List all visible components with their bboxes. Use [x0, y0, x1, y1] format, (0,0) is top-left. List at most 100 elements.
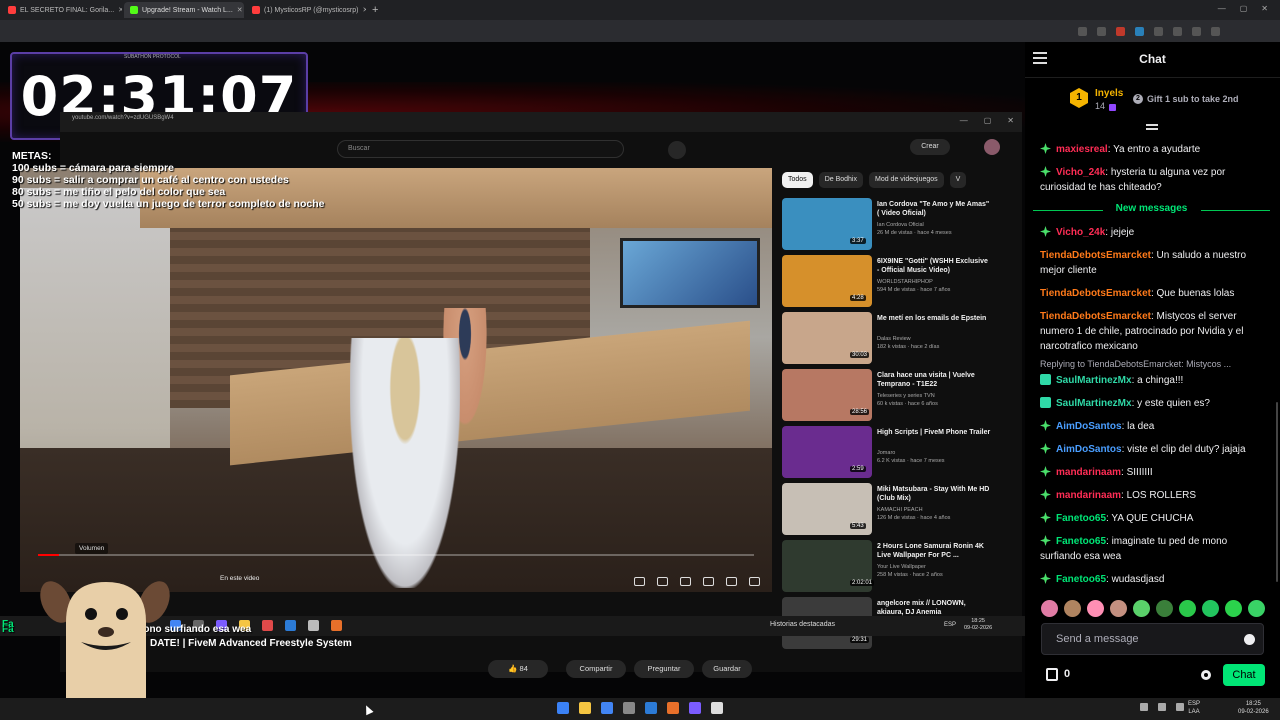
recommendation-item[interactable]: 28:56 Clara hace una visita | Vuelve Temp…: [782, 369, 1012, 424]
chat-username[interactable]: TiendaDebotsEmarcket: [1040, 288, 1151, 299]
emoji-picker-icon[interactable]: [1244, 634, 1255, 645]
send-chat-button[interactable]: Chat: [1223, 664, 1265, 686]
recommendation-channel[interactable]: Ian Cordova Oficial: [877, 222, 924, 228]
recommendation-title[interactable]: Ian Cordova "Te Amo y Me Amas" ( Video O…: [877, 200, 992, 218]
chat-username[interactable]: Vicho_24k: [1056, 167, 1105, 178]
recommendation-channel[interactable]: Your Live Wallpaper: [877, 564, 926, 570]
avatar[interactable]: [984, 139, 1000, 155]
chat-username[interactable]: SaulMartinezMx: [1056, 398, 1132, 409]
browser-tab[interactable]: EL SECRETO FINAL: Gorila... ✕: [2, 2, 122, 18]
taskbar-app-icon[interactable]: [711, 702, 723, 714]
star-badge-icon[interactable]: [1040, 512, 1051, 523]
recommendation-item[interactable]: 5:43 Miki Matsubara - Stay With Me HD (Cl…: [782, 483, 1012, 538]
gift-badge-icon[interactable]: [1040, 374, 1051, 385]
miniplayer-icon[interactable]: [703, 577, 714, 586]
recommendation-title[interactable]: High Scripts | FiveM Phone Trailer: [877, 428, 992, 437]
filter-chip-more[interactable]: V: [949, 172, 967, 188]
taskbar-app-icon[interactable]: [601, 702, 613, 714]
chat-username[interactable]: Vicho_24k: [1056, 227, 1105, 238]
star-badge-icon[interactable]: [1040, 443, 1051, 454]
chat-username[interactable]: AimDoSantos: [1056, 444, 1122, 455]
recommendation-item[interactable]: 2:02:01 2 Hours Lone Samurai Ronin 4K Liv…: [782, 540, 1012, 595]
filter-chip-channel[interactable]: De Bodhix: [818, 172, 863, 188]
tray-app-icon[interactable]: [1158, 703, 1166, 711]
emote-icon[interactable]: [1179, 600, 1196, 617]
browser-tab[interactable]: (1) MysticosRP (@mysticosrp) ✕: [246, 2, 366, 18]
gift-prompt[interactable]: Gift 1 sub to take 2nd: [1147, 94, 1239, 104]
video-progress-bar[interactable]: [38, 554, 754, 556]
recommendation-title[interactable]: Me metí en los emails de Epstein: [877, 314, 992, 323]
mic-icon[interactable]: [668, 141, 686, 159]
extension-icon[interactable]: [1192, 26, 1201, 36]
create-button[interactable]: Crear: [910, 139, 950, 155]
emote-icon[interactable]: [1133, 600, 1150, 617]
close-tab-icon[interactable]: ✕: [362, 6, 366, 14]
extension-icon[interactable]: [1173, 26, 1182, 36]
taskbar-app-icon[interactable]: [557, 702, 569, 714]
recommendation-item[interactable]: 2:59 High Scripts | FiveM Phone Trailer Jo…: [782, 426, 1012, 481]
star-badge-icon[interactable]: [1040, 420, 1051, 431]
channel-points-icon[interactable]: [1046, 668, 1058, 681]
chat-username[interactable]: Fanetoo65: [1056, 536, 1106, 547]
chat-username[interactable]: TiendaDebotsEmarcket: [1040, 311, 1151, 322]
browser-tab-active[interactable]: Upgrade! Stream - Watch L... ✕: [124, 2, 244, 18]
pinned-expand-icon[interactable]: [1146, 124, 1158, 134]
video-player[interactable]: Volumen En este video: [20, 168, 772, 592]
chat-username[interactable]: mandarinaam: [1056, 490, 1121, 501]
close-window-icon[interactable]: ✕: [1261, 4, 1268, 13]
extension-icon[interactable]: [1135, 26, 1144, 36]
share-button[interactable]: Compartir: [566, 660, 626, 678]
taskbar-app-icon[interactable]: [645, 702, 657, 714]
chat-username[interactable]: Fanetoo65: [1056, 513, 1106, 524]
settings-icon[interactable]: [680, 577, 691, 586]
chat-username[interactable]: AimDoSantos: [1056, 421, 1122, 432]
chat-username[interactable]: maxiesreal: [1056, 144, 1108, 155]
recommendation-title[interactable]: Miki Matsubara - Stay With Me HD (Club M…: [877, 485, 992, 503]
star-badge-icon[interactable]: [1040, 535, 1051, 546]
close-tab-icon[interactable]: ✕: [237, 6, 243, 14]
cast-icon[interactable]: [726, 577, 737, 586]
ask-button[interactable]: Preguntar: [634, 660, 694, 678]
extension-icon[interactable]: [1116, 26, 1125, 36]
taskbar-app-icon[interactable]: [667, 702, 679, 714]
filter-chip-all[interactable]: Todos: [782, 172, 813, 188]
recommendation-title[interactable]: 2 Hours Lone Samurai Ronin 4K Live Wallp…: [877, 542, 992, 560]
chat-username[interactable]: mandarinaam: [1056, 467, 1121, 478]
recommendation-channel[interactable]: Teleseries y series TVN: [877, 393, 935, 399]
emote-icon[interactable]: [1087, 600, 1104, 617]
recommendation-item[interactable]: 4:28 6IX9INE "Gotti" (WSHH Exclusive - Of…: [782, 255, 1012, 310]
recommendation-channel[interactable]: WORLDSTARHIPHOP: [877, 279, 933, 285]
star-badge-icon[interactable]: [1040, 489, 1051, 500]
profile-icon[interactable]: [1211, 26, 1220, 36]
chat-username[interactable]: SaulMartinezMx: [1056, 375, 1132, 386]
chat-settings-icon[interactable]: [1201, 670, 1211, 680]
send-message-input[interactable]: Send a message: [1041, 623, 1264, 655]
taskbar-app-icon[interactable]: [689, 702, 701, 714]
star-badge-icon[interactable]: [1040, 143, 1051, 154]
emote-icon[interactable]: [1248, 600, 1265, 617]
taskbar-clock[interactable]: 18:25 09-02-2026: [1238, 700, 1269, 716]
recommendation-item[interactable]: 30:03 Me metí en los emails de Epstein Dal…: [782, 312, 1012, 367]
bookmark-star-icon[interactable]: [1097, 26, 1106, 36]
taskbar-app-icon[interactable]: [579, 702, 591, 714]
save-button[interactable]: Guardar: [702, 660, 752, 678]
star-badge-icon[interactable]: [1040, 573, 1051, 584]
reply-context[interactable]: Replying to TiendaDebotsEmarcket: Mistyc…: [1025, 359, 1270, 369]
new-tab-icon[interactable]: +: [372, 4, 378, 16]
emote-icon[interactable]: [1156, 600, 1173, 617]
recommendation-channel[interactable]: KAMACHI PEACH: [877, 507, 923, 513]
maximize-icon[interactable]: ▢: [1240, 4, 1248, 13]
autoplay-toggle-icon[interactable]: [634, 577, 645, 586]
recommendation-item[interactable]: 3:37 Ian Cordova "Te Amo y Me Amas" ( Vid…: [782, 198, 1012, 253]
chat-username[interactable]: Fanetoo65: [1056, 574, 1106, 585]
emote-icon[interactable]: [1225, 600, 1242, 617]
leader-name[interactable]: Inyels: [1095, 88, 1123, 99]
taskbar-app-icon[interactable]: [623, 702, 635, 714]
chat-scrollbar[interactable]: [1276, 402, 1278, 582]
recommendation-channel[interactable]: Dalas Review: [877, 336, 911, 342]
emote-icon[interactable]: [1041, 600, 1058, 617]
emote-icon[interactable]: [1064, 600, 1081, 617]
recommendation-title[interactable]: Clara hace una visita | Vuelve Temprano …: [877, 371, 992, 389]
recommendation-title[interactable]: angelcore mix // LONOWN, akiaura, DJ Ane…: [877, 599, 992, 617]
filter-chip-mods[interactable]: Mod de videojuegos: [868, 172, 944, 188]
